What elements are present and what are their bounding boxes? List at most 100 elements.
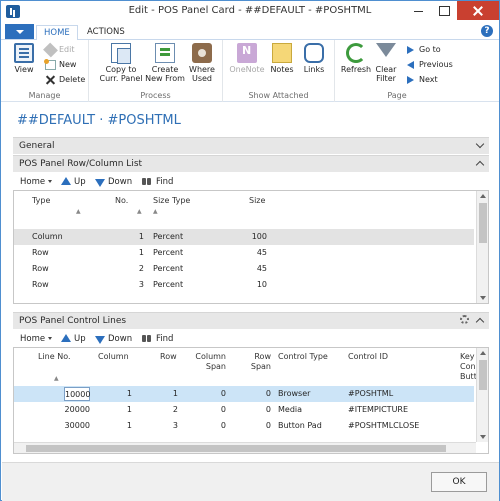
row-column-vertical-scrollbar[interactable] bbox=[476, 191, 488, 303]
ok-button[interactable]: OK bbox=[431, 472, 487, 492]
ribbon-group-manage: View Edit New Delete Manage bbox=[1, 40, 89, 102]
onenote-button[interactable]: OneNote bbox=[229, 43, 265, 74]
previous-button[interactable]: Previous bbox=[405, 59, 453, 71]
cell-column-span: 0 bbox=[220, 405, 226, 414]
row-column-home-menu[interactable]: Home bbox=[20, 176, 53, 188]
scrollbar-thumb[interactable] bbox=[479, 203, 487, 243]
where-label-line1: Where bbox=[189, 65, 215, 74]
sort-ascending-icon: ▲ bbox=[137, 208, 142, 215]
copy-label-line2: Curr. Panel bbox=[99, 74, 143, 83]
fasttab-general[interactable]: General bbox=[13, 137, 489, 154]
cell-size-type: Percent bbox=[153, 232, 184, 241]
table-row[interactable]: 10000 1 1 0 0 Browser #POSHTML bbox=[14, 386, 474, 402]
cell-line-no: 30000 bbox=[64, 421, 90, 430]
up-label: Up bbox=[74, 177, 86, 187]
clear-filter-label-line1: Clear bbox=[375, 65, 397, 74]
goto-button[interactable]: Go to bbox=[405, 44, 441, 56]
cell-row-span: 0 bbox=[265, 421, 271, 430]
sort-ascending-icon: ▲ bbox=[153, 208, 158, 215]
cell-no: 1 bbox=[138, 248, 144, 257]
column-header-control-id[interactable]: Control ID bbox=[348, 352, 388, 362]
close-button[interactable] bbox=[457, 1, 499, 20]
gear-icon[interactable] bbox=[460, 315, 469, 324]
scroll-down-arrow-icon[interactable] bbox=[480, 435, 486, 439]
notes-button[interactable]: Notes bbox=[269, 43, 295, 74]
tab-home[interactable]: HOME bbox=[36, 25, 78, 41]
line-no-edit-field[interactable]: 10000 bbox=[64, 387, 90, 401]
control-lines-home-menu[interactable]: Home bbox=[20, 333, 53, 345]
caret-down-icon bbox=[48, 180, 53, 183]
column-header-column-span[interactable]: Column Span bbox=[194, 352, 226, 372]
scrollbar-thumb[interactable] bbox=[479, 360, 487, 390]
chevron-up-icon bbox=[475, 317, 485, 327]
table-row[interactable]: Row 2 Percent 45 bbox=[14, 261, 474, 277]
control-lines-horizontal-scrollbar[interactable] bbox=[14, 442, 476, 453]
fasttab-row-column-list[interactable]: POS Panel Row/Column List bbox=[13, 155, 489, 172]
view-button[interactable]: View bbox=[11, 43, 37, 74]
cell-column: 1 bbox=[126, 421, 132, 430]
edit-button[interactable]: Edit bbox=[43, 42, 75, 58]
help-icon[interactable]: ? bbox=[481, 25, 493, 37]
scroll-down-arrow-icon[interactable] bbox=[480, 296, 486, 300]
row-column-down-button[interactable]: Down bbox=[95, 176, 132, 188]
cell-size-type: Percent bbox=[153, 280, 184, 289]
home-menu-label: Home bbox=[20, 334, 46, 344]
row-column-up-button[interactable]: Up bbox=[61, 176, 86, 188]
cell-size: 45 bbox=[256, 248, 267, 257]
delete-button[interactable]: Delete bbox=[45, 74, 85, 86]
next-button[interactable]: Next bbox=[405, 74, 438, 86]
fasttab-control-lines[interactable]: POS Panel Control Lines bbox=[13, 312, 489, 329]
table-row[interactable]: 30000 1 3 0 0 Button Pad #POSHTMLCLOSE bbox=[14, 418, 474, 434]
create-label-line1: Create bbox=[151, 65, 179, 74]
table-row[interactable]: Row 3 Percent 10 bbox=[14, 277, 474, 293]
copy-to-curr-panel-button[interactable]: Copy to Curr. Panel bbox=[99, 43, 143, 83]
view-icon bbox=[14, 43, 34, 63]
fasttab-control-lines-label: POS Panel Control Lines bbox=[19, 316, 127, 326]
control-lines-down-button[interactable]: Down bbox=[95, 333, 132, 345]
column-header-size-type[interactable]: Size Type bbox=[153, 196, 190, 206]
clear-filter-button[interactable]: Clear Filter bbox=[373, 43, 399, 83]
column-header-line-no[interactable]: Line No. bbox=[38, 352, 71, 362]
maximize-button[interactable] bbox=[431, 1, 457, 20]
filter-icon bbox=[376, 43, 396, 63]
scroll-up-arrow-icon[interactable] bbox=[480, 351, 486, 355]
refresh-button[interactable]: Refresh bbox=[339, 43, 373, 74]
create-new-from-button[interactable]: Create New From bbox=[145, 43, 185, 83]
previous-label: Previous bbox=[419, 60, 453, 69]
minimize-button[interactable] bbox=[405, 1, 431, 20]
ribbon: View Edit New Delete Manage Copy to Curr… bbox=[1, 40, 499, 102]
links-icon bbox=[304, 43, 324, 63]
tab-actions[interactable]: ACTIONS bbox=[80, 25, 132, 41]
cell-size: 10 bbox=[256, 280, 267, 289]
up-label: Up bbox=[74, 334, 86, 344]
table-row[interactable]: 20000 1 2 0 0 Media #ITEMPICTURE bbox=[14, 402, 474, 418]
page-group-label: Page bbox=[387, 91, 407, 100]
cell-line-no: 20000 bbox=[64, 405, 90, 414]
key-label-line2: Con bbox=[460, 362, 476, 371]
column-header-key-control-button[interactable]: Key Con Butt bbox=[460, 352, 477, 382]
control-lines-vertical-scrollbar[interactable] bbox=[476, 348, 488, 442]
table-row[interactable]: Column 1 Percent 100 bbox=[14, 229, 474, 245]
find-label: Find bbox=[156, 177, 174, 187]
scroll-up-arrow-icon[interactable] bbox=[480, 194, 486, 198]
column-header-size[interactable]: Size bbox=[249, 196, 265, 206]
control-lines-up-button[interactable]: Up bbox=[61, 333, 86, 345]
column-header-row[interactable]: Row bbox=[160, 352, 177, 362]
control-lines-find-button[interactable]: Find bbox=[142, 333, 173, 345]
new-button[interactable]: New bbox=[44, 59, 77, 71]
table-row[interactable]: Row 1 Percent 45 bbox=[14, 245, 474, 261]
column-header-type[interactable]: Type bbox=[32, 196, 50, 206]
column-header-no[interactable]: No. bbox=[115, 196, 128, 206]
horizontal-scrollbar-thumb[interactable] bbox=[26, 445, 446, 452]
new-label: New bbox=[59, 60, 77, 69]
application-menu-button[interactable] bbox=[5, 24, 34, 39]
window: Edit - POS Panel Card - ##DEFAULT - #POS… bbox=[0, 0, 500, 501]
column-header-column[interactable]: Column bbox=[98, 352, 129, 362]
links-button[interactable]: Links bbox=[301, 43, 327, 74]
column-header-row-span[interactable]: Row Span bbox=[247, 352, 271, 372]
where-used-button[interactable]: Where Used bbox=[187, 43, 217, 83]
column-header-control-type[interactable]: Control Type bbox=[278, 352, 328, 362]
row-column-find-button[interactable]: Find bbox=[142, 176, 173, 188]
column-span-label-line1: Column bbox=[195, 352, 226, 361]
row-column-toolbar: Home Up Down Find bbox=[13, 174, 489, 190]
